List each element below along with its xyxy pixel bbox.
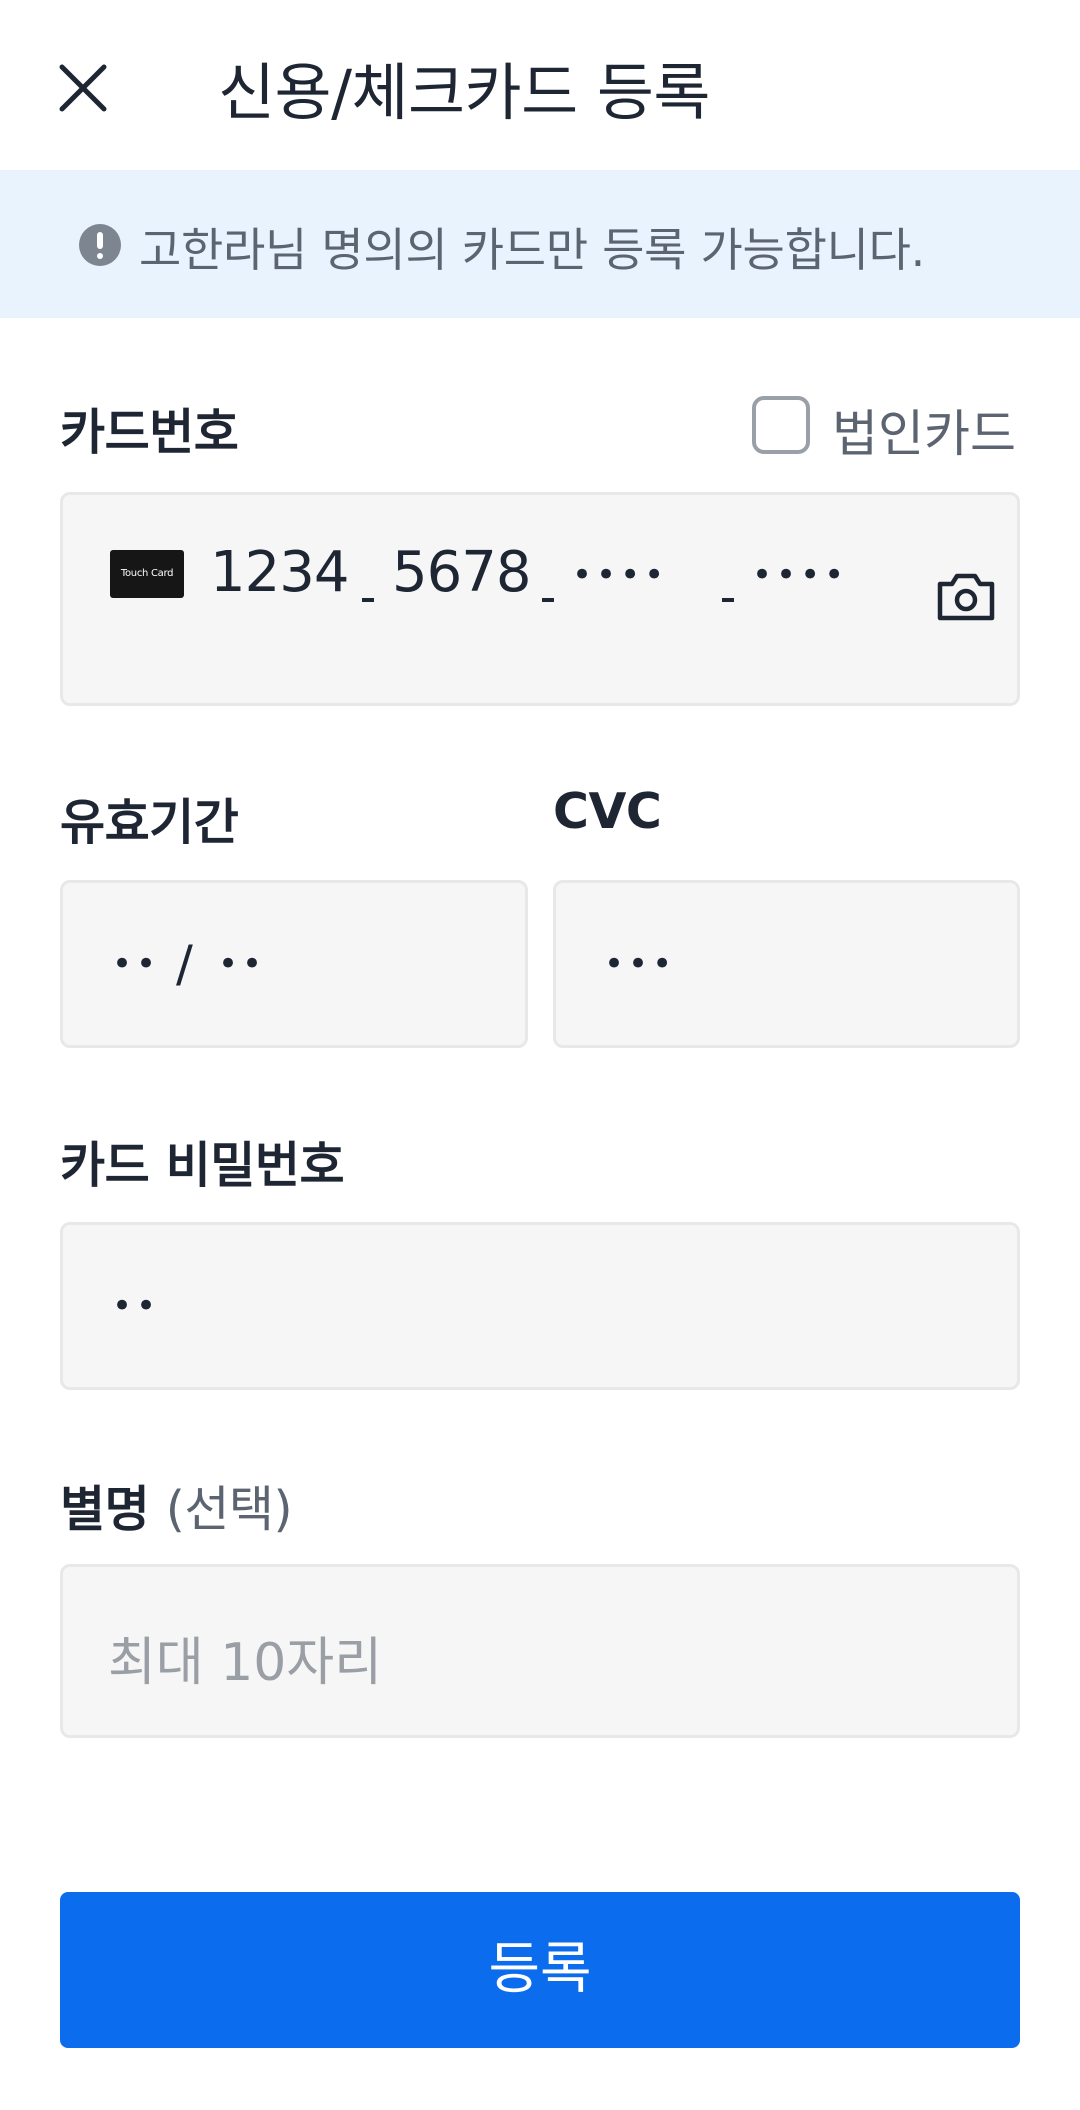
exclamation-circle-icon [79, 224, 121, 266]
card-number-separator [362, 598, 374, 602]
expiry-month-value: •• [112, 944, 161, 984]
corporate-card-label[interactable]: 법인카드 [832, 394, 1016, 466]
card-number-segment-3[interactable]: •••• [572, 555, 668, 595]
nickname-placeholder: 최대 10자리 [108, 1633, 383, 1693]
card-password-field[interactable] [60, 1222, 1020, 1390]
card-number-label: 카드번호 [60, 404, 239, 461]
nickname-optional-label: (선택) [165, 1481, 293, 1538]
card-number-segment-2[interactable]: 5678 [392, 540, 532, 605]
card-number-segment-4[interactable]: •••• [752, 555, 848, 595]
card-number-separator [722, 598, 734, 602]
card-number-field[interactable] [60, 492, 1020, 706]
register-button-label: 등록 [488, 1937, 592, 2002]
nickname-label-text: 별명 [60, 1481, 150, 1538]
nickname-label: 별명 (선택) [60, 1470, 293, 1541]
close-button[interactable] [50, 55, 116, 121]
register-button[interactable]: 등록 [60, 1892, 1020, 2048]
card-logo: Touch Card [110, 550, 184, 598]
corporate-card-checkbox[interactable] [752, 396, 810, 454]
card-scan-button[interactable] [934, 568, 998, 624]
expiry-year-value: •• [218, 944, 267, 984]
card-password-label: 카드 비밀번호 [60, 1137, 345, 1194]
cvc-value: ••• [604, 944, 677, 984]
card-number-separator [542, 598, 554, 602]
page-title: 신용/체크카드 등록 [218, 56, 710, 129]
close-icon [59, 64, 107, 112]
card-number-segment-1[interactable]: 1234 [210, 540, 350, 605]
cvc-label: CVC [553, 783, 662, 840]
notice-text: 고한라님 명의의 카드만 등록 가능합니다. [139, 223, 925, 277]
camera-icon [937, 573, 995, 621]
expiry-label: 유효기간 [60, 794, 239, 851]
expiry-separator: / [176, 935, 193, 993]
card-password-value: •• [112, 1286, 161, 1326]
header-bar: 신용/체크카드 등록 [0, 0, 1080, 170]
